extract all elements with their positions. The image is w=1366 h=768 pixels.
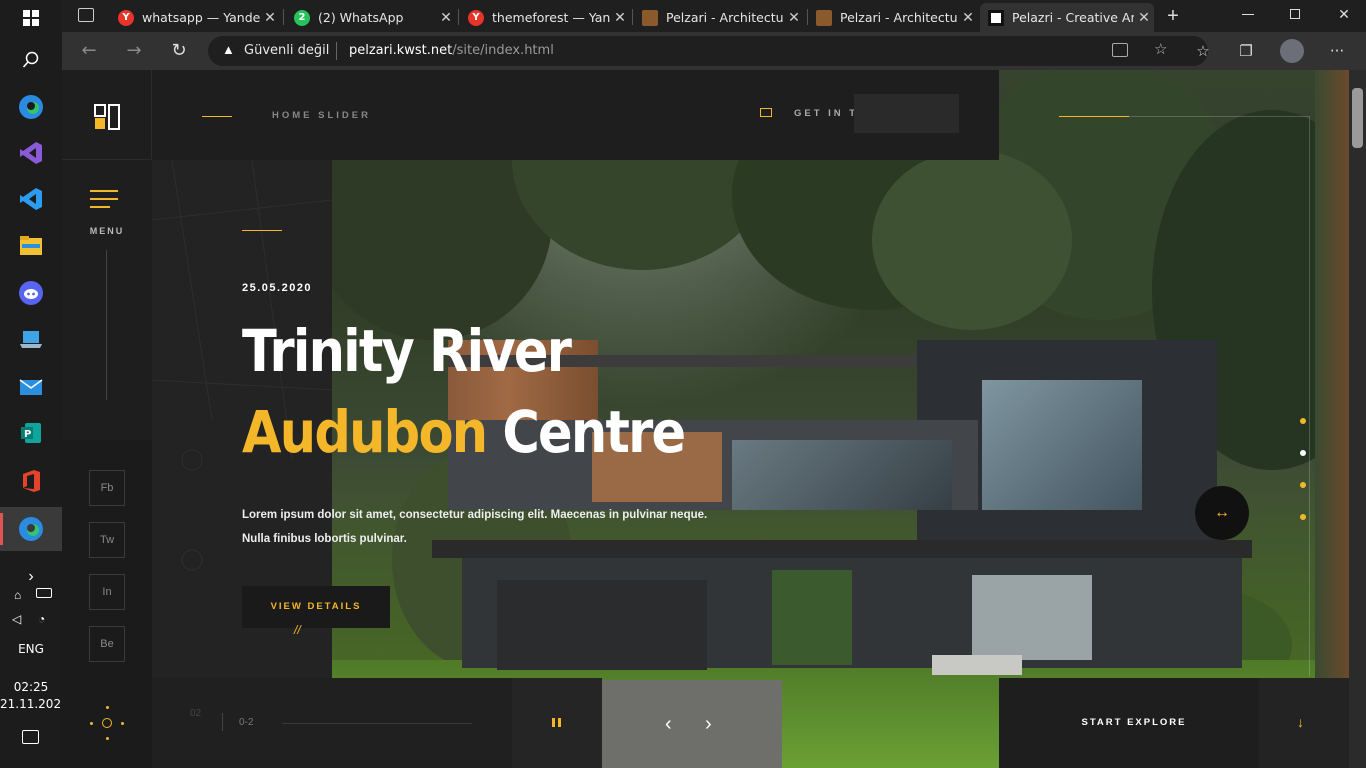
browser-address-bar: ← → ↻ ▲ Güvenli değil pelzari.kwst.net/s… bbox=[62, 32, 1366, 70]
url-text[interactable]: pelzari.kwst.net/site/index.html bbox=[349, 43, 554, 58]
left-sidebar: MENU Fb Tw In Be bbox=[62, 70, 152, 768]
notification-icon[interactable] bbox=[22, 730, 39, 744]
camera-icon[interactable]: ⌂ bbox=[14, 588, 21, 602]
logo-icon[interactable] bbox=[94, 104, 120, 130]
minimize-button[interactable] bbox=[1242, 14, 1254, 15]
view-details-button[interactable]: VIEW DETAILS bbox=[242, 586, 390, 628]
social-link-instagram[interactable]: In bbox=[89, 574, 125, 610]
close-tab-icon[interactable]: ✕ bbox=[1134, 10, 1154, 26]
browser-tab-active[interactable]: Pelazri - Creative Arch ✕ bbox=[980, 3, 1154, 32]
browser-tab[interactable]: Y whatsapp — Yandex ✕ bbox=[110, 3, 280, 32]
progress-panel: 02 0-2 bbox=[152, 678, 512, 768]
slide-counter: 0-2 bbox=[239, 717, 254, 728]
close-tab-icon[interactable]: ✕ bbox=[436, 10, 456, 26]
new-tab-button[interactable]: + bbox=[1162, 3, 1184, 29]
wifi-icon[interactable]: ◔ bbox=[38, 612, 45, 626]
vscode-icon[interactable] bbox=[14, 182, 48, 216]
site-header: HOME SLIDER GET IN TOUCH bbox=[152, 70, 999, 160]
browser-tab[interactable]: Y themeforest — Yandex ✕ bbox=[460, 3, 630, 32]
close-tab-icon[interactable]: ✕ bbox=[958, 10, 978, 26]
avatar[interactable] bbox=[1280, 39, 1304, 63]
collections-icon[interactable]: ❐ bbox=[1235, 40, 1257, 62]
expand-arrows-button[interactable]: ↔ bbox=[1195, 486, 1249, 540]
windows-taskbar: P › ⌂ ◁ ◔ ENG 02:25 21.11.2021 bbox=[0, 0, 69, 768]
slide-number: 02 bbox=[190, 708, 202, 719]
scroll-down-button[interactable]: ↓ bbox=[1259, 678, 1349, 768]
slide-dot[interactable] bbox=[1300, 514, 1306, 520]
slide-date: 25.05.2020 bbox=[242, 282, 313, 294]
settings-area[interactable] bbox=[62, 678, 152, 768]
social-link-twitter[interactable]: Tw bbox=[89, 522, 125, 558]
menu-panel bbox=[62, 160, 152, 440]
office-icon[interactable] bbox=[14, 464, 48, 498]
forward-button[interactable]: → bbox=[123, 40, 145, 62]
page-scrollbar[interactable] bbox=[1349, 70, 1366, 768]
prev-slide-button[interactable]: ‹ bbox=[665, 714, 672, 734]
social-link-facebook[interactable]: Fb bbox=[89, 470, 125, 506]
next-slide-button[interactable]: › bbox=[705, 714, 712, 734]
language-indicator[interactable]: ENG bbox=[0, 642, 62, 656]
close-tab-icon[interactable]: ✕ bbox=[784, 10, 804, 26]
arrow-down-icon: ↓ bbox=[1297, 714, 1304, 730]
clock-time[interactable]: 02:25 bbox=[0, 680, 62, 694]
progress-track bbox=[282, 723, 472, 724]
pelzari-icon bbox=[816, 9, 832, 26]
edge-icon[interactable] bbox=[14, 90, 48, 124]
visual-studio-icon[interactable] bbox=[14, 136, 48, 170]
settings-icon[interactable] bbox=[102, 718, 112, 728]
svg-text:P: P bbox=[24, 429, 31, 440]
browser-tab[interactable]: Pelzari - Architecture ✕ bbox=[808, 3, 978, 32]
edge-active-icon[interactable] bbox=[14, 512, 48, 546]
discord-icon[interactable] bbox=[14, 276, 48, 310]
file-explorer-icon[interactable] bbox=[14, 229, 48, 263]
slide-description: Lorem ipsum dolor sit amet, consectetur … bbox=[242, 509, 708, 545]
section-label: HOME SLIDER bbox=[272, 110, 371, 121]
cta-mark: // bbox=[294, 623, 301, 637]
warning-icon[interactable]: ▲ bbox=[222, 42, 235, 57]
social-link-behance[interactable]: Be bbox=[89, 626, 125, 662]
close-tab-icon[interactable]: ✕ bbox=[260, 10, 280, 26]
pelazri-icon bbox=[988, 9, 1004, 26]
slide-dot[interactable] bbox=[1300, 482, 1306, 488]
logo-area[interactable] bbox=[62, 70, 152, 160]
url-box[interactable]: ▲ Güvenli değil pelzari.kwst.net/site/in… bbox=[208, 36, 1208, 66]
slide-dot-active[interactable] bbox=[1300, 450, 1306, 456]
mail-icon[interactable] bbox=[760, 108, 772, 117]
tab-actions-icon[interactable] bbox=[78, 8, 94, 22]
favorite-add-icon[interactable]: ☆ bbox=[1154, 40, 1167, 58]
yandex-icon: Y bbox=[118, 9, 134, 26]
close-tab-icon[interactable]: ✕ bbox=[610, 10, 630, 26]
read-aloud-icon[interactable] bbox=[1112, 43, 1128, 57]
back-button[interactable]: ← bbox=[78, 40, 100, 62]
scrollbar-thumb[interactable] bbox=[1352, 88, 1363, 148]
whatsapp-icon: 2 bbox=[294, 9, 310, 26]
browser-tab-bar: Y whatsapp — Yandex ✕ 2 (2) WhatsApp ✕ Y… bbox=[62, 0, 1366, 32]
volume-icon[interactable]: ◁ bbox=[12, 612, 21, 626]
restore-button[interactable] bbox=[1290, 9, 1300, 19]
menu-hamburger-icon[interactable] bbox=[90, 190, 118, 192]
close-window-button[interactable]: ✕ bbox=[1336, 4, 1352, 24]
windows-start-icon[interactable] bbox=[14, 1, 48, 35]
publisher-icon[interactable]: P bbox=[14, 416, 48, 450]
slide-title-line1: Trinity River bbox=[242, 317, 572, 385]
yandex-icon: Y bbox=[468, 9, 484, 26]
browser-tab[interactable]: Pelzari - Architecture ✕ bbox=[634, 3, 804, 32]
more-options-icon[interactable]: ··· bbox=[1326, 40, 1348, 62]
search-icon[interactable] bbox=[14, 43, 48, 77]
pause-button[interactable] bbox=[512, 678, 602, 768]
browser-tab[interactable]: 2 (2) WhatsApp ✕ bbox=[286, 3, 456, 32]
menu-label[interactable]: MENU bbox=[62, 226, 152, 236]
battery-icon[interactable] bbox=[36, 588, 52, 598]
slide-title-line2: Audubon Centre bbox=[242, 398, 686, 466]
mail-icon[interactable] bbox=[14, 370, 48, 404]
slide-dot[interactable] bbox=[1300, 418, 1306, 424]
favorites-icon[interactable]: ☆ bbox=[1192, 40, 1214, 62]
start-explore-button[interactable]: START EXPLORE bbox=[999, 678, 1259, 768]
pelzari-icon bbox=[642, 9, 658, 26]
security-status[interactable]: Güvenli değil bbox=[244, 43, 329, 58]
refresh-button[interactable]: ↻ bbox=[168, 40, 190, 62]
laptop-icon[interactable] bbox=[14, 323, 48, 357]
clock-date[interactable]: 21.11.2021 bbox=[0, 697, 69, 711]
webpage: MENU Fb Tw In Be HOME SLIDER GET IN TOUC… bbox=[62, 70, 1349, 768]
